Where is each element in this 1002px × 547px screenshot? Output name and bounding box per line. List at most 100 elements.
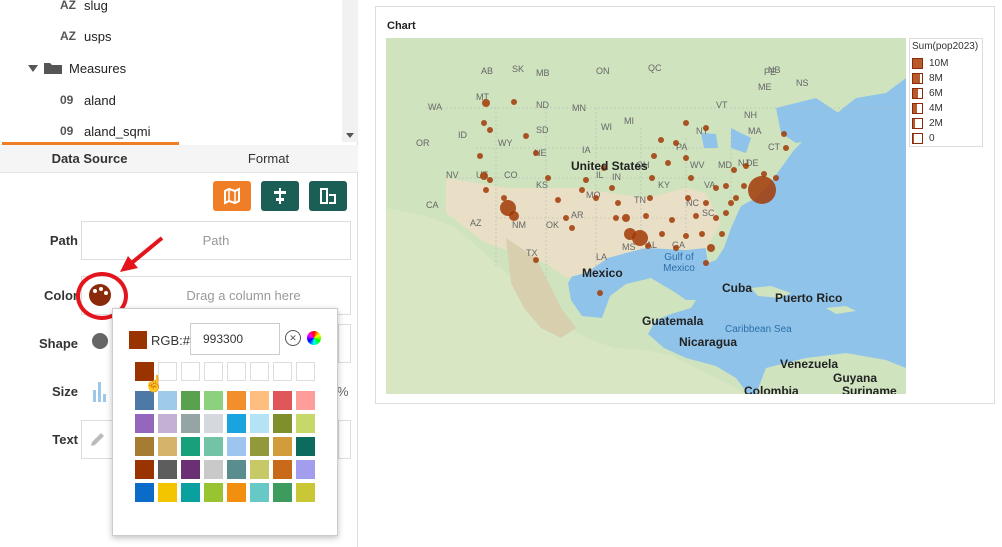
color-swatch[interactable] [250, 391, 269, 410]
color-swatch[interactable] [204, 414, 223, 433]
color-swatch[interactable] [273, 362, 292, 381]
color-swatch[interactable] [227, 483, 246, 502]
color-swatch[interactable] [181, 460, 200, 479]
city-bubble[interactable] [707, 244, 715, 252]
city-bubble[interactable] [523, 133, 529, 139]
city-bubble[interactable] [649, 175, 655, 181]
color-swatch[interactable] [135, 483, 154, 502]
color-swatch[interactable] [181, 483, 200, 502]
color-swatch[interactable] [250, 362, 269, 381]
city-bubble[interactable] [713, 185, 719, 191]
color-swatch[interactable] [204, 362, 223, 381]
city-bubble[interactable] [483, 187, 489, 193]
color-swatch[interactable] [273, 391, 292, 410]
tab-format[interactable]: Format [179, 145, 358, 172]
city-bubble[interactable] [533, 150, 539, 156]
city-bubble[interactable] [683, 155, 689, 161]
city-bubble[interactable] [669, 217, 675, 223]
city-bubble[interactable] [683, 233, 689, 239]
city-bubble[interactable] [477, 153, 483, 159]
color-swatch[interactable] [158, 437, 177, 456]
city-bubble[interactable] [555, 197, 561, 203]
city-bubble[interactable] [545, 175, 551, 181]
color-swatch[interactable] [181, 391, 200, 410]
layout-button[interactable] [309, 181, 347, 211]
color-swatch[interactable] [296, 460, 315, 479]
color-swatch[interactable] [227, 437, 246, 456]
color-swatch[interactable] [204, 437, 223, 456]
color-swatch[interactable] [135, 437, 154, 456]
city-bubble[interactable] [487, 127, 493, 133]
city-bubble[interactable] [647, 195, 653, 201]
city-bubble[interactable] [713, 215, 719, 221]
size-icon[interactable] [92, 380, 108, 404]
city-bubble[interactable] [482, 99, 490, 107]
city-bubble[interactable] [703, 125, 709, 131]
color-swatch[interactable] [181, 437, 200, 456]
color-swatch[interactable] [296, 414, 315, 433]
city-bubble[interactable] [731, 167, 737, 173]
color-swatch[interactable] [204, 460, 223, 479]
city-bubble[interactable] [609, 185, 615, 191]
field-item-aland-sqmi[interactable]: 09 aland_sqmi [60, 121, 151, 141]
color-swatch[interactable] [227, 391, 246, 410]
map-view[interactable]: AB SK MB ON QC NB NS PE MT ND MN WA OR ID WY SD WI MI NE IA… [386, 38, 906, 394]
color-swatch[interactable] [135, 460, 154, 479]
shape-circle-icon[interactable] [92, 333, 108, 349]
color-swatch[interactable] [204, 483, 223, 502]
city-bubble[interactable] [645, 243, 651, 249]
city-bubble[interactable] [658, 137, 664, 143]
color-swatch[interactable] [296, 362, 315, 381]
color-swatch[interactable] [158, 414, 177, 433]
city-bubble[interactable] [693, 213, 699, 219]
city-bubble[interactable] [733, 195, 739, 201]
field-item-usps[interactable]: AZ usps [60, 26, 111, 46]
city-bubble[interactable] [509, 211, 519, 221]
color-swatch[interactable] [250, 483, 269, 502]
map-svg[interactable]: AB SK MB ON QC NBNSPEMTND MNWAORIDWYSD WIMINE IA… [386, 38, 906, 394]
color-swatch[interactable] [296, 391, 315, 410]
align-button[interactable] [261, 181, 299, 211]
city-bubble[interactable] [723, 210, 729, 216]
city-bubble[interactable] [743, 163, 749, 169]
color-swatch[interactable] [273, 414, 292, 433]
city-bubble[interactable] [723, 183, 729, 189]
color-swatch[interactable] [273, 460, 292, 479]
color-swatch[interactable] [158, 483, 177, 502]
city-bubble[interactable] [783, 145, 789, 151]
color-swatch[interactable] [204, 391, 223, 410]
city-bubble[interactable] [773, 175, 779, 181]
color-swatch[interactable] [227, 362, 246, 381]
tab-data-source[interactable]: Data Source [0, 145, 179, 172]
city-bubble[interactable] [583, 177, 589, 183]
city-bubble[interactable] [622, 214, 630, 222]
city-bubble[interactable] [597, 290, 603, 296]
city-bubble[interactable] [615, 200, 621, 206]
color-wheel-icon[interactable] [307, 331, 321, 345]
city-bubble[interactable] [481, 120, 487, 126]
color-swatch[interactable] [250, 437, 269, 456]
field-item-slug[interactable]: AZ slug [60, 0, 108, 15]
reset-color-icon[interactable]: ✕ [285, 330, 301, 346]
color-swatch[interactable] [273, 437, 292, 456]
text-dropzone-right[interactable] [338, 420, 351, 459]
city-bubble[interactable] [651, 153, 657, 159]
city-bubble[interactable] [569, 225, 575, 231]
size-percent-icon[interactable]: % [337, 384, 349, 399]
city-bubble[interactable] [643, 213, 649, 219]
color-swatch[interactable] [296, 437, 315, 456]
city-bubble[interactable] [533, 257, 539, 263]
collapse-triangle-icon[interactable] [27, 63, 39, 73]
city-bubble[interactable] [728, 200, 734, 206]
city-bubble[interactable] [665, 160, 671, 166]
city-bubble[interactable] [593, 195, 599, 201]
city-bubble[interactable] [659, 231, 665, 237]
color-swatch[interactable] [181, 414, 200, 433]
tree-scrollbar[interactable] [342, 0, 358, 142]
color-swatch[interactable] [227, 460, 246, 479]
city-bubble[interactable] [613, 215, 619, 221]
color-swatch[interactable] [250, 460, 269, 479]
city-bubble[interactable] [703, 200, 709, 206]
city-bubble[interactable] [683, 120, 689, 126]
map-type-button[interactable] [213, 181, 251, 211]
